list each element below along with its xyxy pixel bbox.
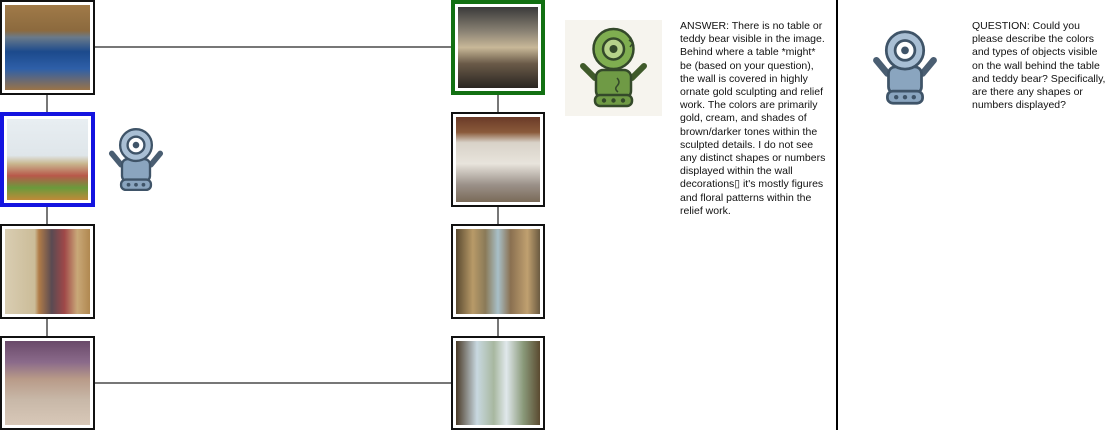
glass-doors-photo [456, 341, 540, 425]
image-tile-closet[interactable] [0, 224, 95, 319]
connector-right-2 [497, 206, 499, 224]
storage-shelves-photo [456, 229, 540, 314]
connector-left-1 [46, 94, 48, 112]
robot-icon [873, 30, 937, 105]
closet-photo [5, 229, 90, 314]
connector-bottom-horizontal [95, 382, 451, 384]
playroom-photo [7, 119, 88, 200]
hot-tub-photo [5, 5, 90, 90]
empty-room-photo [456, 117, 540, 202]
image-tile-hot-tub[interactable] [0, 0, 95, 95]
question-text: QUESTION: Could you please describe the … [972, 20, 1106, 112]
image-tile-storage-shelves[interactable] [451, 224, 545, 319]
connector-top-horizontal [95, 46, 451, 48]
ornate-hall-photo [458, 7, 538, 88]
panel-divider [836, 0, 838, 430]
foyer-photo [5, 341, 90, 425]
answer-text: ANSWER: There is no table or teddy bear … [680, 20, 826, 217]
robot-icon [108, 128, 164, 192]
image-tile-playroom-current[interactable] [0, 112, 95, 207]
robot-icon [565, 20, 662, 116]
connector-left-3 [46, 318, 48, 336]
connector-right-3 [497, 318, 499, 336]
connector-right-1 [497, 95, 499, 112]
image-tile-glass-doors[interactable] [451, 336, 545, 430]
image-tile-empty-room[interactable] [451, 112, 545, 207]
image-tile-foyer[interactable] [0, 336, 95, 430]
image-tile-ornate-hall-target[interactable] [451, 0, 545, 95]
connector-left-2 [46, 207, 48, 225]
